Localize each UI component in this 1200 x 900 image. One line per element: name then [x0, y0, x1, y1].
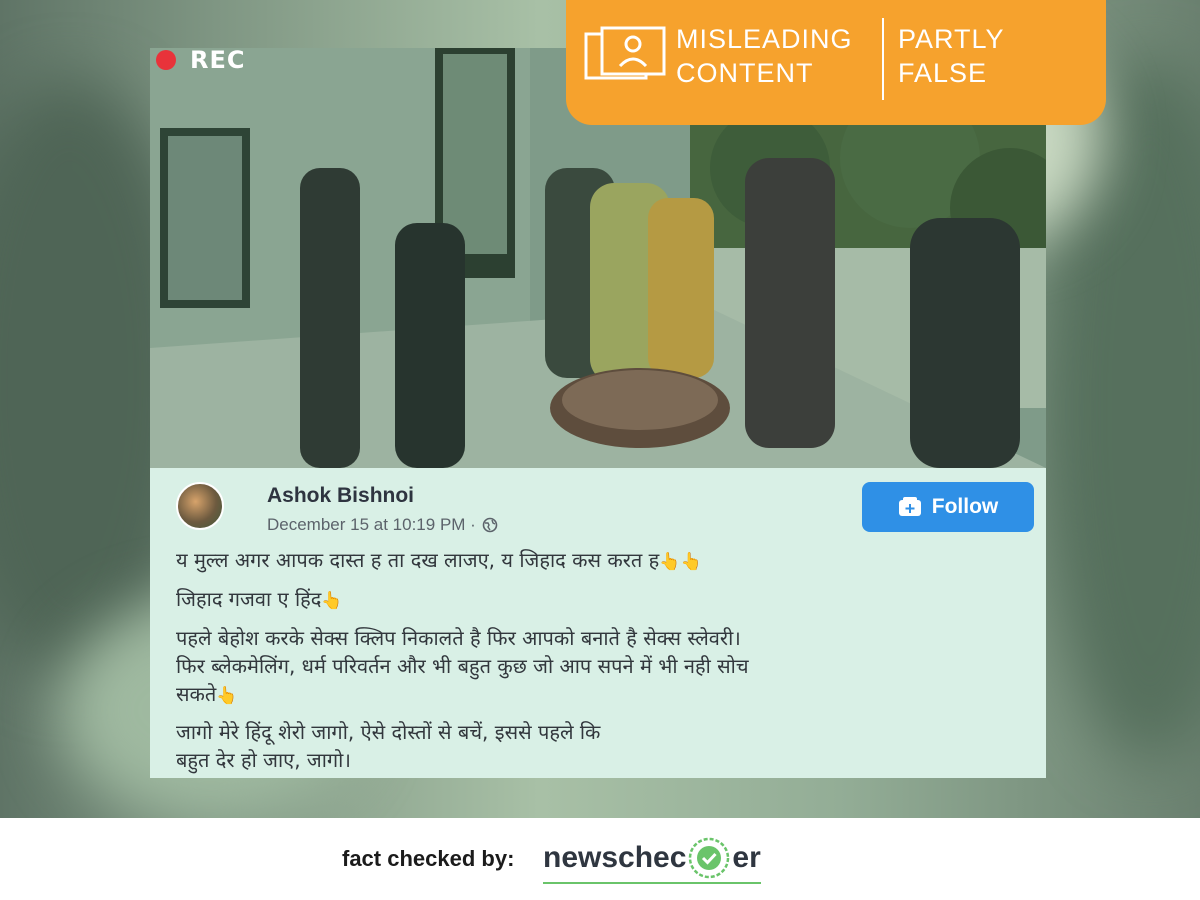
post-text-5: सकते [176, 682, 217, 706]
brand-text-left: newschec [543, 841, 687, 874]
badge-misleading-content: MISLEADING CONTENT [676, 24, 853, 88]
photo-frame-person-icon [584, 26, 666, 80]
brand-text-right: er [732, 841, 761, 874]
badge-divider [882, 18, 884, 100]
add-friend-icon [898, 497, 921, 516]
globe-icon [482, 517, 498, 533]
post-author[interactable]: Ashok Bishnoi [267, 484, 414, 508]
post-timestamp[interactable]: December 15 at 10:19 PM · [267, 515, 476, 535]
fact-check-card: REC Ashok Bishnoi December 15 at 10:19 P… [150, 48, 1046, 778]
pointing-up-emoji-icon: 👆 [321, 591, 343, 611]
check-circle-icon [689, 837, 730, 879]
follow-label: Follow [931, 495, 999, 518]
badge-partly-false: PARTLY FALSE [898, 24, 1005, 88]
post-meta: December 15 at 10:19 PM · [267, 515, 498, 535]
rec-label: REC [190, 48, 246, 74]
post-line-7: बहुत देर हो जाए, जागो। [176, 748, 351, 772]
fact-checked-by-label: fact checked by: [342, 846, 515, 871]
pointing-up-emoji-icon: 👆 [216, 686, 238, 706]
pointing-up-emoji-icon: 👆 [659, 552, 681, 572]
post-text-2: जिहाद गजवा ए हिंद [176, 587, 322, 611]
follow-button[interactable]: Follow [862, 482, 1034, 532]
post-line-2: जिहाद गजवा ए हिंद👆 [176, 585, 1036, 615]
rec-indicator: REC [156, 48, 246, 74]
avatar[interactable] [176, 482, 224, 530]
post-line-4: फिर ब्लेकमेलिंग, धर्म परिवर्तन और भी बहु… [176, 654, 749, 678]
post-line-3: पहले बेहोश करके सेक्स क्लिप निकालते है फ… [176, 626, 741, 650]
verdict-badge: MISLEADING CONTENT PARTLY FALSE [566, 0, 1106, 125]
facebook-post: Ashok Bishnoi December 15 at 10:19 PM · … [150, 468, 1046, 778]
newschecker-logo[interactable]: newschec er [543, 836, 761, 884]
post-line-5: सकते👆 [176, 680, 1036, 710]
record-dot-icon [156, 50, 176, 70]
post-line-6: जागो मेरे हिंदू शेरो जागो, ऐसे दोस्तों स… [176, 720, 601, 744]
footer: fact checked by: newschec er [0, 818, 1200, 900]
post-line-1: य मुल्ल अगर आपक दास्त ह ता दख लाजए, य जि… [176, 546, 1036, 576]
pointing-up-emoji-icon: 👆 [680, 552, 702, 572]
post-text-1: य मुल्ल अगर आपक दास्त ह ता दख लाजए, य जि… [176, 548, 660, 572]
